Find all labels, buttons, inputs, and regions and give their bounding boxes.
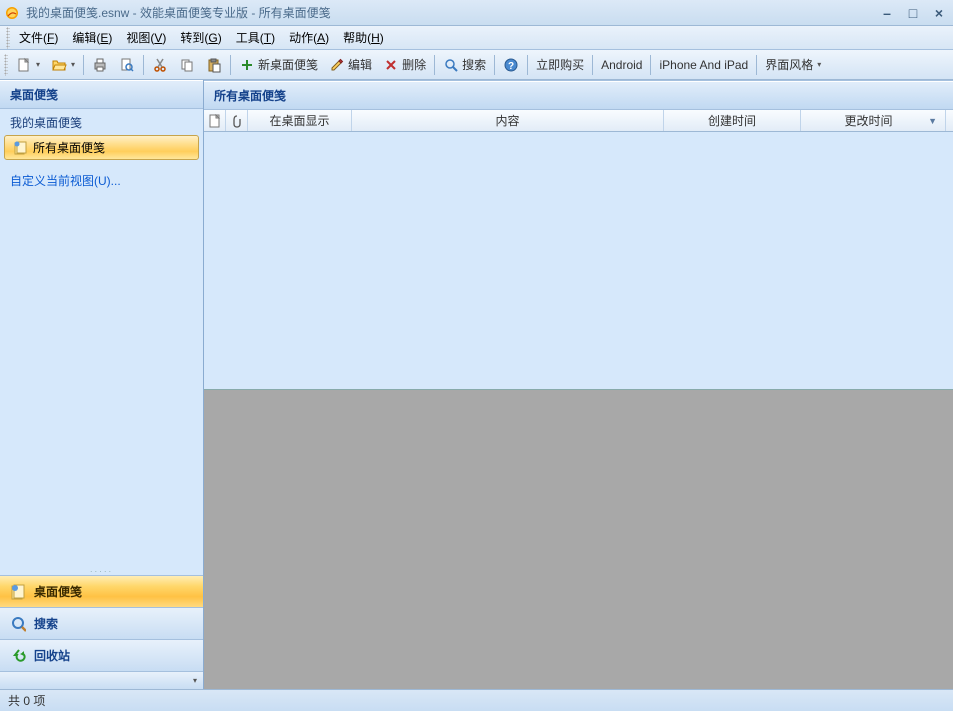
page-icon xyxy=(207,113,223,129)
menu-actions[interactable]: 动作(A) xyxy=(282,27,336,48)
delete-button[interactable]: 删除 xyxy=(378,53,431,76)
delete-label: 删除 xyxy=(402,56,426,73)
skin-label: 界面风格 xyxy=(765,56,813,73)
print-preview-icon xyxy=(119,57,135,73)
tree-all-label: 所有桌面便笺 xyxy=(33,139,105,156)
search-button[interactable]: 搜索 xyxy=(438,53,491,76)
sidebar-title: 桌面便笺 xyxy=(0,80,203,109)
preview-pane xyxy=(204,389,953,689)
menu-help[interactable]: 帮助(H) xyxy=(336,27,391,48)
tree-root[interactable]: 我的桌面便笺 xyxy=(0,111,203,134)
menu-view[interactable]: 视图(V) xyxy=(119,27,173,48)
nav-recycle-label: 回收站 xyxy=(34,647,70,664)
col-created[interactable]: 创建时间 xyxy=(664,110,801,131)
col-show-desktop[interactable]: 在桌面显示 xyxy=(248,110,352,131)
search-nav-icon xyxy=(10,616,26,632)
edit-button[interactable]: 编辑 xyxy=(324,53,377,76)
content-title: 所有桌面便笺 xyxy=(204,81,953,110)
nav-search[interactable]: 搜索 xyxy=(0,607,203,639)
window-title: 我的桌面便笺.esnw - 效能桌面便笺专业版 - 所有桌面便笺 xyxy=(26,4,877,21)
nav-recycle[interactable]: 回收站 xyxy=(0,639,203,671)
menu-tools[interactable]: 工具(T) xyxy=(229,27,282,48)
delete-icon xyxy=(383,57,399,73)
pencil-icon xyxy=(329,57,345,73)
help-icon: ? xyxy=(503,57,519,73)
toolbar-grip[interactable] xyxy=(4,54,8,76)
menu-grip[interactable] xyxy=(6,27,10,49)
android-button[interactable]: Android xyxy=(596,55,647,75)
android-label: Android xyxy=(601,58,642,72)
new-note-button[interactable]: 新桌面便笺 xyxy=(234,53,323,76)
svg-text:?: ? xyxy=(508,61,514,72)
col-content[interactable]: 内容 xyxy=(352,110,664,131)
list-header: 在桌面显示 内容 创建时间 更改时间▼ xyxy=(204,110,953,132)
col-spacer xyxy=(946,110,953,131)
buy-now-button[interactable]: 立即购买 xyxy=(531,53,589,76)
nav-notes-label: 桌面便笺 xyxy=(34,583,82,600)
customize-view-link[interactable]: 自定义当前视图(U)... xyxy=(0,169,203,192)
menu-bar: 文件(F) 编辑(E) 视图(V) 转到(G) 工具(T) 动作(A) 帮助(H… xyxy=(0,26,953,50)
search-icon xyxy=(443,57,459,73)
new-file-icon xyxy=(16,57,32,73)
nav-search-label: 搜索 xyxy=(34,615,58,632)
app-icon xyxy=(4,5,20,21)
sidebar-tree: 我的桌面便笺 所有桌面便笺 自定义当前视图(U)... xyxy=(0,109,203,569)
paste-button[interactable] xyxy=(201,54,227,76)
copy-icon xyxy=(179,57,195,73)
print-preview-button[interactable] xyxy=(114,54,140,76)
cut-icon xyxy=(152,57,168,73)
col-modified-label: 更改时间 xyxy=(809,112,928,129)
toolbar: ▾ ▾ 新桌面便笺 编辑 删除 搜索 ? 立即购买 Android iPhone… xyxy=(0,50,953,80)
skin-button[interactable]: 界面风格▾ xyxy=(760,53,826,76)
attachment-icon xyxy=(229,113,245,129)
plus-icon xyxy=(239,57,255,73)
folder-open-icon xyxy=(51,57,67,73)
close-button[interactable]: × xyxy=(929,5,949,21)
menu-goto[interactable]: 转到(G) xyxy=(173,27,228,48)
title-bar: 我的桌面便笺.esnw - 效能桌面便笺专业版 - 所有桌面便笺 – □ × xyxy=(0,0,953,26)
nav-notes[interactable]: 桌面便笺 xyxy=(0,575,203,607)
help-icon-button[interactable]: ? xyxy=(498,54,524,76)
sort-desc-icon: ▼ xyxy=(928,116,937,126)
copy-button[interactable] xyxy=(174,54,200,76)
search-label: 搜索 xyxy=(462,56,486,73)
menu-file[interactable]: 文件(F) xyxy=(12,27,65,48)
iphone-label: iPhone And iPad xyxy=(659,58,748,72)
main-area: 桌面便笺 我的桌面便笺 所有桌面便笺 自定义当前视图(U)... ····· 桌… xyxy=(0,80,953,689)
status-count: 共 0 项 xyxy=(8,692,45,709)
minimize-button[interactable]: – xyxy=(877,5,897,21)
new-note-label: 新桌面便笺 xyxy=(258,56,318,73)
cut-button[interactable] xyxy=(147,54,173,76)
maximize-button[interactable]: □ xyxy=(903,5,923,21)
iphone-button[interactable]: iPhone And iPad xyxy=(654,55,753,75)
content-pane: 所有桌面便笺 在桌面显示 内容 创建时间 更改时间▼ xyxy=(204,80,953,689)
new-button[interactable]: ▾ xyxy=(11,54,45,76)
sidebar-nav: 桌面便笺 搜索 回收站 ▾ xyxy=(0,575,203,689)
chevron-down-icon: ▾ xyxy=(193,676,197,685)
col-modified[interactable]: 更改时间▼ xyxy=(801,110,946,131)
notes-nav-icon xyxy=(10,584,26,600)
list-body[interactable] xyxy=(204,132,953,389)
print-button[interactable] xyxy=(87,54,113,76)
menu-edit[interactable]: 编辑(E) xyxy=(65,27,119,48)
print-icon xyxy=(92,57,108,73)
status-bar: 共 0 项 xyxy=(0,689,953,711)
tree-all-notes[interactable]: 所有桌面便笺 xyxy=(4,135,199,160)
recycle-nav-icon xyxy=(10,648,26,664)
buy-now-label: 立即购买 xyxy=(536,56,584,73)
window-controls: – □ × xyxy=(877,5,949,21)
nav-expand-button[interactable]: ▾ xyxy=(0,671,203,689)
edit-label: 编辑 xyxy=(348,56,372,73)
col-icon[interactable] xyxy=(204,110,226,131)
open-button[interactable]: ▾ xyxy=(46,54,80,76)
col-attach[interactable] xyxy=(226,110,248,131)
notes-icon xyxy=(13,140,29,156)
paste-icon xyxy=(206,57,222,73)
sidebar: 桌面便笺 我的桌面便笺 所有桌面便笺 自定义当前视图(U)... ····· 桌… xyxy=(0,80,204,689)
